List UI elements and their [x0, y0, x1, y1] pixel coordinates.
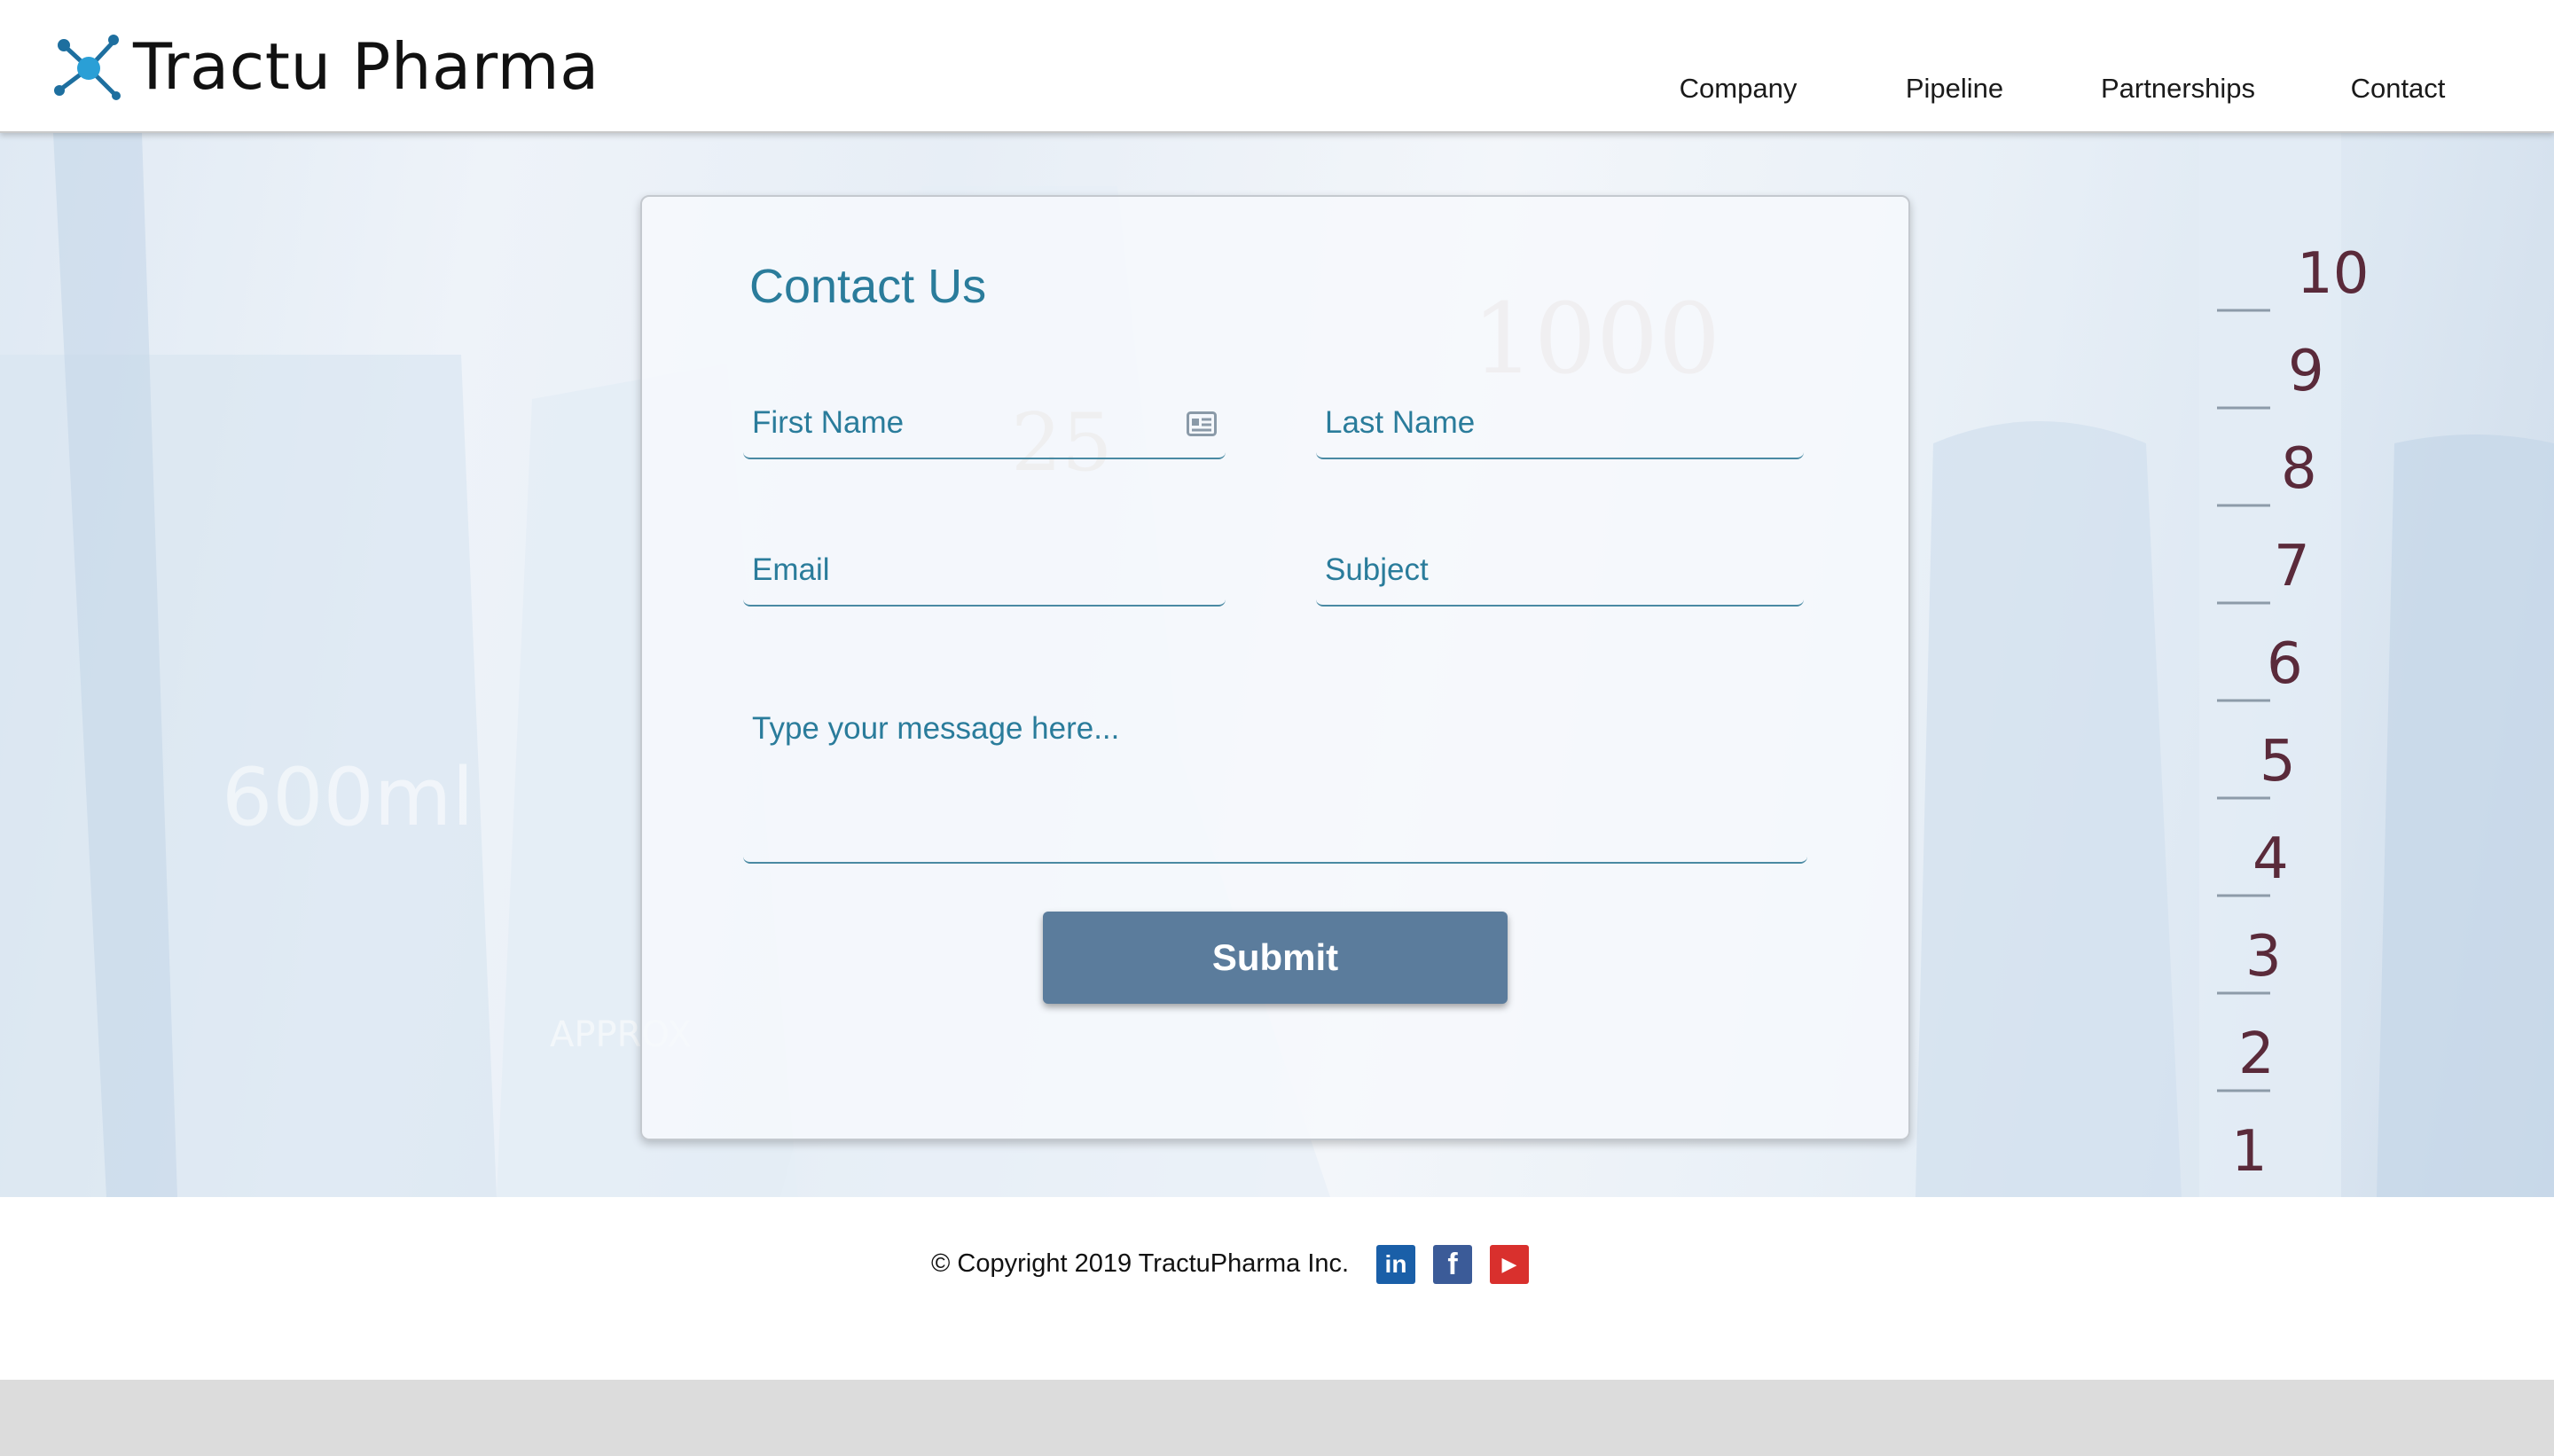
last-name-field[interactable] — [1316, 397, 1804, 459]
svg-text:6: 6 — [2267, 631, 2303, 697]
contact-card-icon[interactable] — [1187, 411, 1217, 436]
facebook-icon[interactable]: f — [1433, 1245, 1472, 1284]
nav-contact[interactable]: Contact — [2351, 73, 2446, 105]
site-footer — [0, 1197, 2554, 1380]
svg-text:8: 8 — [2281, 436, 2317, 502]
message-field[interactable] — [743, 704, 1807, 864]
svg-text:7: 7 — [2274, 534, 2310, 599]
subject-field[interactable] — [1316, 544, 1804, 607]
first-name-field[interactable] — [743, 397, 1226, 459]
molecule-icon — [54, 35, 121, 100]
email-field[interactable] — [743, 544, 1226, 607]
footer-bar — [0, 1380, 2554, 1456]
linkedin-glyph: in — [1384, 1250, 1407, 1278]
svg-text:1: 1 — [2231, 1119, 2268, 1185]
svg-text:2: 2 — [2238, 1022, 2275, 1087]
svg-text:5: 5 — [2260, 729, 2296, 795]
copyright-text: © Copyright 2019 TractuPharma Inc. — [931, 1249, 1350, 1278]
linkedin-icon[interactable]: in — [1376, 1245, 1415, 1284]
svg-text:10: 10 — [2297, 241, 2369, 307]
youtube-icon[interactable]: ▶ — [1490, 1245, 1529, 1284]
nav-pipeline[interactable]: Pipeline — [1906, 73, 2003, 105]
youtube-glyph: ▶ — [1501, 1253, 1517, 1275]
submit-button[interactable]: Submit — [1043, 912, 1508, 1004]
facebook-glyph: f — [1447, 1247, 1458, 1281]
form-title: Contact Us — [749, 260, 987, 313]
nav-company[interactable]: Company — [1680, 73, 1798, 105]
nav-partnerships[interactable]: Partnerships — [2101, 73, 2255, 105]
svg-text:4: 4 — [2252, 826, 2289, 892]
svg-text:3: 3 — [2245, 924, 2282, 990]
brand-name: Tractu Pharma — [133, 29, 599, 104]
brand-logo[interactable]: Tractu Pharma — [50, 27, 599, 106]
svg-text:9: 9 — [2288, 339, 2324, 404]
svg-text:600ml: 600ml — [222, 751, 474, 844]
site-header: Tractu Pharma Company Pipeline Partnersh… — [0, 0, 2554, 133]
